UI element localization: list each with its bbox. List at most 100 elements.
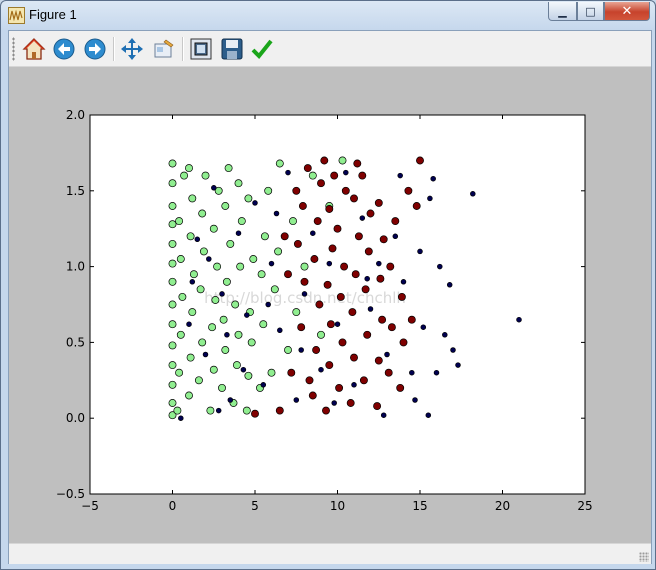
scatter-point-series-0 bbox=[259, 320, 268, 329]
scatter-point-series-2 bbox=[252, 200, 258, 206]
scatter-point-series-1 bbox=[300, 277, 309, 286]
scatter-point-series-1 bbox=[416, 156, 424, 165]
scatter-point-series-0 bbox=[338, 156, 347, 165]
scatter-point-series-0 bbox=[180, 171, 189, 180]
scatter-point-series-0 bbox=[178, 292, 187, 301]
edit-check-icon bbox=[251, 39, 273, 59]
pan-move-icon bbox=[121, 38, 143, 60]
toolbar-separator bbox=[182, 37, 184, 61]
scatter-point-series-1 bbox=[374, 356, 383, 365]
forward-button[interactable] bbox=[82, 36, 108, 62]
scatter-point-series-0 bbox=[224, 164, 233, 173]
scatter-point-series-2 bbox=[384, 351, 390, 358]
close-button[interactable]: ✕ bbox=[604, 2, 650, 21]
title-bar[interactable]: Figure 1 ▁ □ ✕ bbox=[1, 1, 655, 29]
scatter-point-series-0 bbox=[198, 338, 207, 347]
scatter-point-series-1 bbox=[346, 399, 355, 407]
scatter-point-series-0 bbox=[260, 232, 269, 241]
y-tick-label: 0.5 bbox=[66, 335, 85, 349]
scatter-point-series-0 bbox=[267, 368, 276, 377]
scatter-point-series-2 bbox=[351, 382, 357, 388]
scatter-point-series-1 bbox=[328, 244, 337, 253]
scatter-point-series-0 bbox=[168, 341, 177, 350]
resize-grip-icon[interactable] bbox=[639, 552, 649, 562]
scatter-point-series-0 bbox=[242, 406, 251, 415]
scatter-point-series-0 bbox=[173, 406, 182, 415]
toolbar-grip-icon[interactable] bbox=[12, 37, 15, 61]
scatter-point-series-1 bbox=[325, 361, 334, 370]
scatter-point-series-1 bbox=[384, 368, 393, 377]
scatter-point-series-0 bbox=[206, 406, 215, 415]
zoom-button[interactable] bbox=[151, 36, 177, 62]
scatter-point-series-0 bbox=[199, 247, 208, 256]
home-button[interactable] bbox=[21, 36, 47, 62]
x-tick-label: 15 bbox=[412, 499, 427, 513]
scatter-point-series-1 bbox=[338, 338, 347, 347]
edit-parameters-button[interactable] bbox=[249, 36, 275, 62]
scatter-point-series-0 bbox=[188, 308, 197, 317]
back-button[interactable] bbox=[51, 36, 77, 62]
x-tick-label: 0 bbox=[169, 499, 177, 513]
scatter-point-series-2 bbox=[268, 260, 275, 267]
scatter-plot[interactable]: http://blog.csdn.net/chchlh −5 0 5 10 15 20 25… bbox=[9, 67, 651, 543]
scatter-point-series-2 bbox=[178, 415, 184, 421]
scatter-point-series-0 bbox=[168, 259, 177, 268]
scatter-point-series-1 bbox=[361, 285, 370, 294]
scatter-point-series-2 bbox=[409, 369, 415, 376]
forward-arrow-icon bbox=[84, 38, 106, 60]
scatter-point-series-0 bbox=[168, 300, 177, 309]
scatter-point-series-0 bbox=[196, 285, 205, 294]
scatter-point-series-1 bbox=[354, 232, 363, 241]
home-icon bbox=[22, 38, 46, 60]
scatter-point-series-1 bbox=[293, 239, 302, 248]
scatter-point-series-2 bbox=[334, 321, 341, 327]
scatter-point-series-0 bbox=[168, 399, 177, 407]
scatter-point-series-1 bbox=[378, 315, 387, 324]
maximize-button[interactable]: □ bbox=[577, 2, 604, 21]
scatter-point-series-0 bbox=[221, 346, 230, 354]
scatter-point-series-2 bbox=[189, 279, 196, 285]
scatter-point-series-2 bbox=[260, 382, 267, 388]
scatter-point-series-0 bbox=[257, 270, 266, 279]
navigation-toolbar bbox=[9, 31, 651, 67]
save-button[interactable] bbox=[219, 36, 245, 62]
pan-button[interactable] bbox=[119, 36, 145, 62]
scatter-point-series-1 bbox=[317, 179, 325, 188]
scatter-point-series-0 bbox=[308, 171, 317, 180]
scatter-point-series-2 bbox=[427, 195, 433, 202]
y-tick-label: −0.5 bbox=[56, 487, 85, 501]
x-tick-label: 10 bbox=[330, 499, 345, 513]
scatter-point-series-2 bbox=[412, 397, 418, 403]
figure-client-area: http://blog.csdn.net/chchlh −5 0 5 10 15 20 25… bbox=[8, 30, 652, 564]
subplots-button[interactable] bbox=[188, 36, 214, 62]
scatter-point-series-1 bbox=[336, 292, 345, 301]
scatter-point-series-2 bbox=[420, 324, 427, 330]
scatter-point-series-1 bbox=[412, 202, 421, 210]
scatter-point-series-2 bbox=[277, 327, 283, 334]
scatter-point-series-0 bbox=[232, 361, 241, 370]
scatter-point-series-1 bbox=[379, 235, 388, 244]
scatter-point-series-1 bbox=[305, 376, 314, 385]
save-floppy-icon bbox=[221, 38, 243, 60]
scatter-point-series-2 bbox=[364, 275, 370, 282]
scatter-point-series-0 bbox=[168, 361, 177, 370]
scatter-point-series-0 bbox=[226, 239, 235, 248]
scatter-point-series-0 bbox=[194, 376, 203, 385]
scatter-point-series-0 bbox=[188, 194, 197, 203]
scatter-point-series-0 bbox=[219, 315, 228, 324]
scatter-point-series-0 bbox=[186, 353, 195, 362]
minimize-button[interactable]: ▁ bbox=[548, 2, 577, 21]
scatter-point-series-1 bbox=[308, 391, 317, 400]
scatter-point-series-1 bbox=[348, 308, 357, 317]
scatter-point-series-1 bbox=[322, 406, 330, 415]
scatter-point-series-1 bbox=[292, 186, 301, 195]
scatter-point-series-2 bbox=[516, 316, 522, 323]
x-tick-label: 5 bbox=[251, 499, 259, 513]
scatter-point-series-2 bbox=[380, 412, 387, 418]
scatter-point-series-2 bbox=[186, 321, 192, 327]
scatter-point-series-2 bbox=[310, 230, 316, 236]
figure-canvas[interactable]: http://blog.csdn.net/chchlh −5 0 5 10 15 20 25… bbox=[9, 67, 651, 543]
scatter-point-series-2 bbox=[417, 248, 423, 255]
y-tick-label: 1.5 bbox=[66, 184, 85, 198]
x-tick-label: 25 bbox=[577, 499, 592, 513]
